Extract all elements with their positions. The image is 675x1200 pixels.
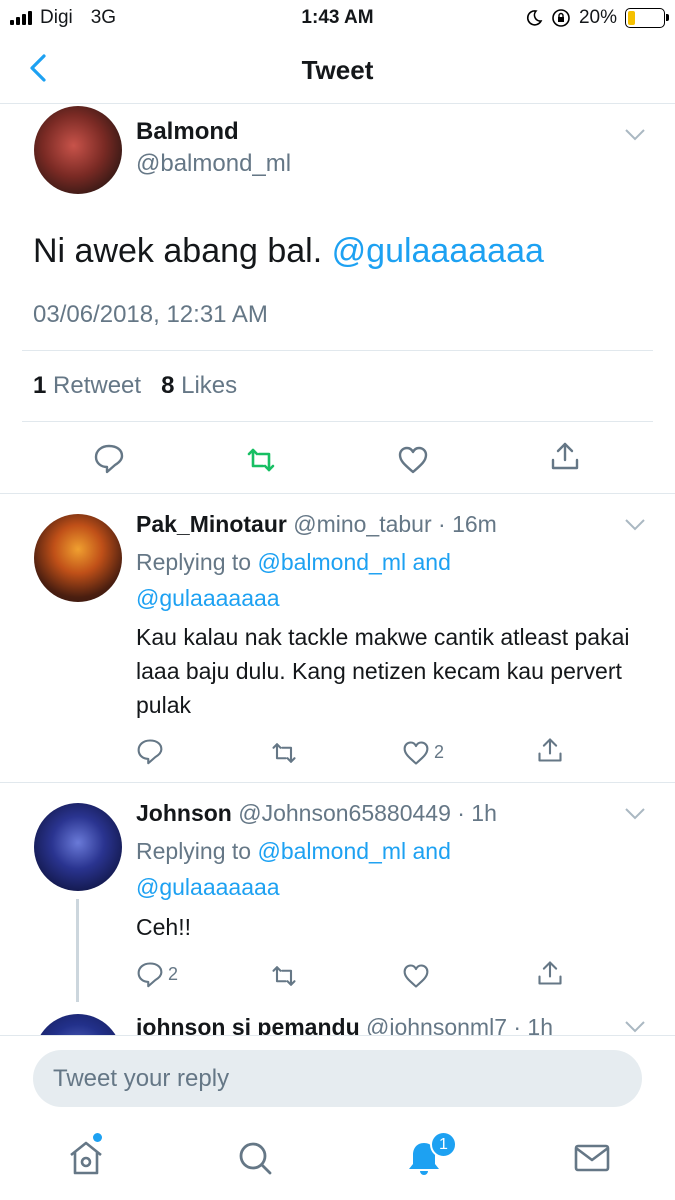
heart-icon[interactable]	[402, 739, 430, 767]
rotation-lock-icon	[552, 9, 570, 27]
replying-users-link[interactable]: @balmond_ml and	[257, 838, 450, 864]
nav-header: Tweet	[0, 36, 675, 104]
reply-input[interactable]	[53, 1050, 613, 1107]
replying-users-link[interactable]: @gulaaaaaaa	[136, 874, 280, 900]
retweet-count[interactable]: 1	[33, 372, 46, 399]
replying-to: Replying to @balmond_ml and @gulaaaaaaa	[136, 833, 451, 905]
reply-author-name[interactable]: Johnson	[136, 800, 232, 826]
retweet-icon[interactable]	[270, 739, 298, 767]
replying-to: Replying to @balmond_ml and @gulaaaaaaa	[136, 544, 451, 616]
mention-link[interactable]: @gulaaaaaaa	[332, 232, 544, 270]
chevron-down-icon[interactable]	[624, 807, 646, 821]
reply-icon[interactable]	[136, 960, 164, 988]
retweet-icon[interactable]	[270, 962, 298, 990]
moon-icon	[526, 10, 543, 26]
author-name[interactable]: Balmond	[136, 118, 239, 146]
heart-icon[interactable]	[402, 962, 430, 990]
like-label[interactable]: Likes	[181, 372, 237, 399]
tweet-text: Ni awek abang bal. @gulaaaaaaa	[33, 232, 544, 271]
divider	[0, 493, 675, 494]
replying-users-link[interactable]: @gulaaaaaaa	[136, 585, 280, 611]
mail-icon[interactable]	[572, 1138, 612, 1178]
author-handle[interactable]: @balmond_ml	[136, 150, 291, 178]
divider	[22, 350, 653, 351]
reply-icon[interactable]	[93, 442, 125, 474]
battery-icon	[625, 8, 669, 28]
replying-prefix: Replying to	[136, 838, 252, 864]
retweet-icon[interactable]	[245, 444, 277, 476]
avatar[interactable]	[34, 803, 122, 891]
reply-text: Ceh!!	[136, 914, 191, 940]
tweet-body: Ni awek abang bal.	[33, 232, 323, 270]
reply-header: Johnson @Johnson65880449 · 1h	[136, 800, 497, 827]
chevron-down-icon[interactable]	[624, 518, 646, 532]
share-icon[interactable]	[549, 440, 581, 472]
reply-author-name[interactable]: Pak_Minotaur	[136, 511, 287, 537]
tweet-timestamp: 03/06/2018, 12:31 AM	[33, 301, 268, 328]
battery-percent: 20%	[578, 7, 617, 28]
home-icon[interactable]	[66, 1138, 106, 1178]
like-count[interactable]: 8	[161, 372, 174, 399]
reply-meta: @Johnson65880449 · 1h	[238, 800, 497, 826]
replying-prefix: Replying to	[136, 549, 252, 575]
chevron-down-icon[interactable]	[624, 128, 646, 142]
reply-icon[interactable]	[136, 737, 164, 765]
share-icon[interactable]	[536, 736, 564, 764]
page-title: Tweet	[301, 55, 374, 85]
reply-meta: @mino_tabur · 16m	[293, 511, 497, 537]
reply-count: 2	[168, 964, 179, 984]
divider	[22, 421, 653, 422]
replying-users-link[interactable]: @balmond_ml and	[257, 549, 450, 575]
home-unread-dot	[93, 1133, 102, 1142]
notification-badge: 1	[430, 1131, 457, 1158]
avatar[interactable]	[34, 106, 122, 194]
heart-icon[interactable]	[397, 444, 429, 476]
thread-line	[76, 899, 79, 1002]
like-count: 2	[434, 742, 445, 762]
tweet-stats: 1 Retweet 8 Likes	[33, 372, 237, 400]
status-bar: Digi 3G 1:43 AM 20%	[0, 0, 675, 36]
search-icon[interactable]	[235, 1138, 275, 1178]
divider	[0, 782, 675, 783]
reply-composer[interactable]	[33, 1050, 642, 1107]
retweet-label[interactable]: Retweet	[53, 372, 141, 399]
avatar[interactable]	[34, 514, 122, 602]
chevron-down-icon[interactable]	[624, 1020, 646, 1034]
reply-header: Pak_Minotaur @mino_tabur · 16m	[136, 511, 497, 538]
reply-text: Kau kalau nak tackle makwe cantik atleas…	[136, 624, 630, 718]
share-icon[interactable]	[536, 959, 564, 987]
